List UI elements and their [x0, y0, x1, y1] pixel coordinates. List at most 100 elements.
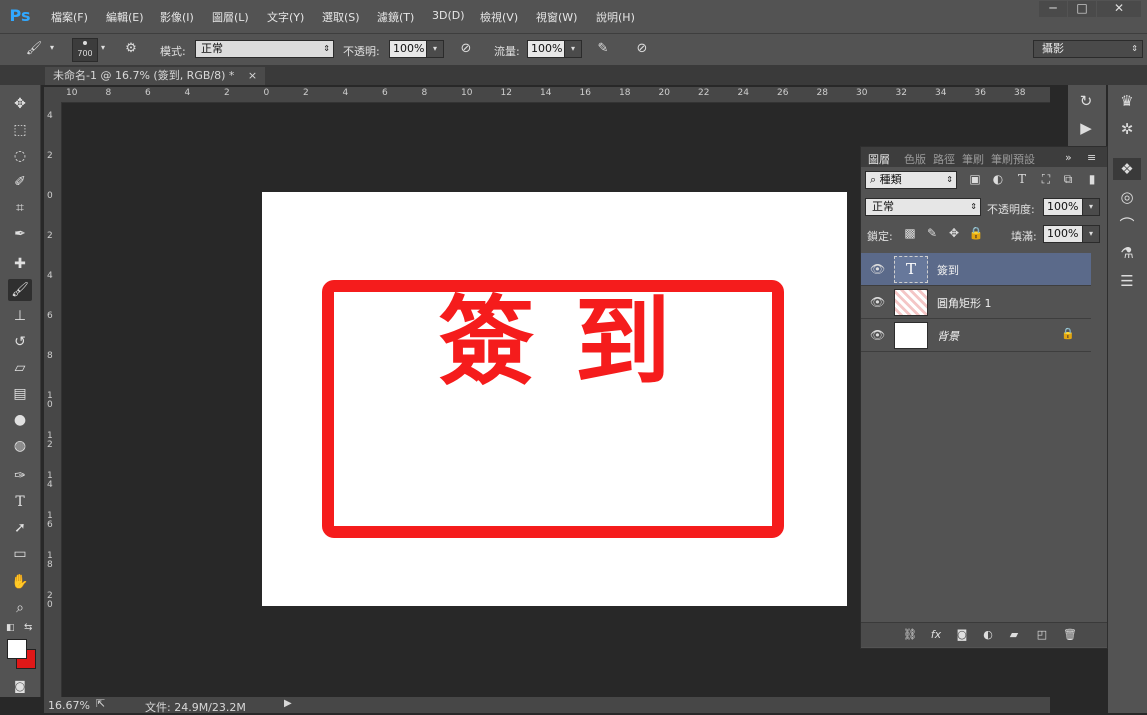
lock-transparent-icon[interactable]: ▩ — [901, 225, 919, 241]
marquee-tool-icon[interactable]: ⬚ — [8, 119, 32, 141]
brush-settings-icon[interactable]: ✲ — [1113, 118, 1141, 140]
menu-window[interactable]: 視窗(W) — [536, 9, 577, 25]
pressure-size-icon[interactable]: ⊘ — [633, 40, 651, 58]
tab-layers[interactable]: 圖層 — [868, 151, 890, 167]
lock-all-icon[interactable]: 🔒 — [967, 225, 985, 241]
history-panel-icon[interactable]: ↻ — [1072, 90, 1100, 112]
filter-pixel-icon[interactable]: ▣ — [966, 171, 984, 187]
brush-panel-toggle-icon[interactable]: ⚙ — [122, 40, 140, 58]
close-window-button[interactable]: ✕ — [1097, 1, 1141, 17]
airbrush-icon[interactable]: ✎ — [594, 40, 612, 58]
link-layers-icon[interactable]: ⛓ — [901, 627, 919, 643]
actions-panel-icon[interactable]: ▶ — [1072, 117, 1100, 139]
eraser-tool-icon[interactable]: ▱ — [8, 357, 32, 379]
menu-help[interactable]: 說明(H) — [596, 9, 635, 25]
visibility-eye-icon[interactable]: 👁 — [870, 328, 885, 342]
maximize-button[interactable]: □ — [1068, 1, 1096, 17]
gradient-tool-icon[interactable]: ▤ — [8, 383, 32, 405]
flow-dropdown-icon[interactable]: ▾ — [564, 40, 582, 58]
new-layer-icon[interactable]: ◰ — [1033, 627, 1051, 643]
layer-name[interactable]: 簽到 — [937, 262, 959, 278]
layer-name[interactable]: 圓角矩形 1 — [937, 295, 992, 311]
zoom-tool-icon[interactable]: ⌕ — [8, 597, 32, 619]
history-brush-tool-icon[interactable]: ↺ — [8, 331, 32, 353]
lock-position-icon[interactable]: ✥ — [945, 225, 963, 241]
lock-pixels-icon[interactable]: ✎ — [923, 225, 941, 241]
menu-image[interactable]: 影像(I) — [160, 9, 194, 25]
brush-presets-icon[interactable]: ♛ — [1113, 90, 1141, 112]
filter-toggle-icon[interactable]: ▮ — [1083, 171, 1101, 187]
eyedropper-tool-icon[interactable]: ✒ — [8, 223, 32, 245]
menu-view[interactable]: 檢視(V) — [480, 9, 518, 25]
tool-preset-arrow-icon[interactable]: ▾ — [50, 43, 54, 52]
pressure-opacity-icon[interactable]: ⊘ — [457, 40, 475, 58]
menu-type[interactable]: 文字(Y) — [267, 9, 304, 25]
blur-tool-icon[interactable]: ● — [8, 409, 32, 431]
fill-input[interactable]: 100% — [1043, 225, 1084, 243]
panel-menu-icon[interactable]: ≡ — [1087, 151, 1096, 164]
add-mask-icon[interactable]: ◙ — [953, 627, 971, 643]
horizontal-ruler[interactable]: 10 8 6 4 2 0 2 4 6 8 10 12 14 16 18 20 22 24 26 28 30 32 34 36 3… — [62, 87, 1050, 103]
quick-mask-icon[interactable]: ◙ — [8, 675, 32, 697]
layer-opacity-dropdown-icon[interactable]: ▾ — [1082, 198, 1100, 216]
document-tab[interactable]: 未命名-1 @ 16.7% (簽到, RGB/8) * × — [45, 67, 266, 85]
crop-tool-icon[interactable]: ⌗ — [8, 197, 32, 219]
delete-layer-icon[interactable]: 🗑 — [1061, 627, 1079, 643]
tab-paths[interactable]: 路徑 — [933, 151, 955, 167]
visibility-eye-icon[interactable]: 👁 — [870, 295, 885, 309]
brush-tool-icon[interactable]: 🖌 — [8, 279, 32, 301]
brush-picker-arrow-icon[interactable]: ▾ — [101, 43, 105, 52]
lasso-tool-icon[interactable]: ◌ — [8, 145, 32, 167]
workspace-select[interactable]: 攝影 ⇕ — [1033, 40, 1143, 58]
flow-input[interactable]: 100% — [527, 40, 566, 58]
zoom-level[interactable]: 16.67% — [48, 699, 90, 712]
tab-brush-presets[interactable]: 筆刷預設 — [991, 151, 1035, 167]
quick-select-tool-icon[interactable]: ✐ — [8, 171, 32, 193]
visibility-eye-icon[interactable]: 👁 — [870, 262, 885, 276]
tab-brush[interactable]: 筆刷 — [962, 151, 984, 167]
layer-row-text[interactable]: 👁 T 簽到 — [861, 253, 1091, 286]
healing-brush-tool-icon[interactable]: ✚ — [8, 253, 32, 275]
opacity-input[interactable]: 100% — [389, 40, 428, 58]
hand-tool-icon[interactable]: ✋ — [8, 571, 32, 593]
swap-colors-icon[interactable]: ⇆ — [24, 622, 32, 633]
layer-filter-select[interactable]: ⌕ 種類 ⇕ — [865, 171, 957, 189]
menu-edit[interactable]: 編輯(E) — [106, 9, 144, 25]
minimize-button[interactable]: ─ — [1039, 1, 1067, 17]
opacity-dropdown-icon[interactable]: ▾ — [426, 40, 444, 58]
adjustments-panel-icon[interactable]: ⚗ — [1113, 242, 1141, 264]
properties-panel-icon[interactable]: ☰ — [1113, 270, 1141, 292]
type-tool-icon[interactable]: T — [8, 491, 32, 513]
default-colors-icon[interactable]: ◧ — [6, 623, 15, 633]
adjustment-layer-icon[interactable]: ◐ — [979, 627, 997, 643]
layer-style-fx-icon[interactable]: fx — [927, 627, 945, 643]
mode-select[interactable]: 正常 ⇕ — [195, 40, 334, 58]
menu-select[interactable]: 選取(S) — [322, 9, 360, 25]
layers-panel-icon[interactable]: ❖ — [1113, 158, 1141, 180]
paths-panel-icon[interactable]: ⌒ — [1113, 214, 1141, 236]
brush-preset-picker[interactable]: 700 — [72, 38, 98, 62]
menu-layer[interactable]: 圖層(L) — [212, 9, 249, 25]
clone-stamp-tool-icon[interactable]: ⊥ — [8, 305, 32, 327]
layer-opacity-input[interactable]: 100% — [1043, 198, 1084, 216]
filter-adjustment-icon[interactable]: ◐ — [989, 171, 1007, 187]
document-canvas[interactable]: 簽到 — [262, 192, 847, 606]
close-tab-icon[interactable]: × — [248, 69, 257, 82]
path-selection-tool-icon[interactable]: ➚ — [8, 517, 32, 539]
layer-name[interactable]: 背景 — [937, 328, 959, 344]
filter-type-icon[interactable]: T — [1013, 171, 1031, 187]
vertical-ruler[interactable]: 4 2 0 2 4 6 8 1 0 1 2 1 4 1 6 1 8 2 0 — [44, 102, 62, 697]
foreground-color-swatch[interactable] — [7, 639, 27, 659]
menu-filter[interactable]: 濾鏡(T) — [377, 9, 414, 25]
filter-smart-object-icon[interactable]: ⧉ — [1059, 171, 1077, 187]
dodge-tool-icon[interactable]: ◍ — [8, 435, 32, 457]
status-menu-arrow-icon[interactable]: ▶ — [284, 698, 292, 709]
share-icon[interactable]: ⇱ — [96, 697, 105, 710]
filter-shape-icon[interactable]: ⛶ — [1037, 171, 1055, 187]
menu-3d[interactable]: 3D(D) — [432, 9, 465, 22]
new-group-icon[interactable]: ▰ — [1005, 627, 1023, 643]
pen-tool-icon[interactable]: ✑ — [8, 465, 32, 487]
move-tool-icon[interactable]: ✥ — [8, 93, 32, 115]
tab-channels[interactable]: 色版 — [904, 151, 926, 167]
channels-panel-icon[interactable]: ◎ — [1113, 186, 1141, 208]
